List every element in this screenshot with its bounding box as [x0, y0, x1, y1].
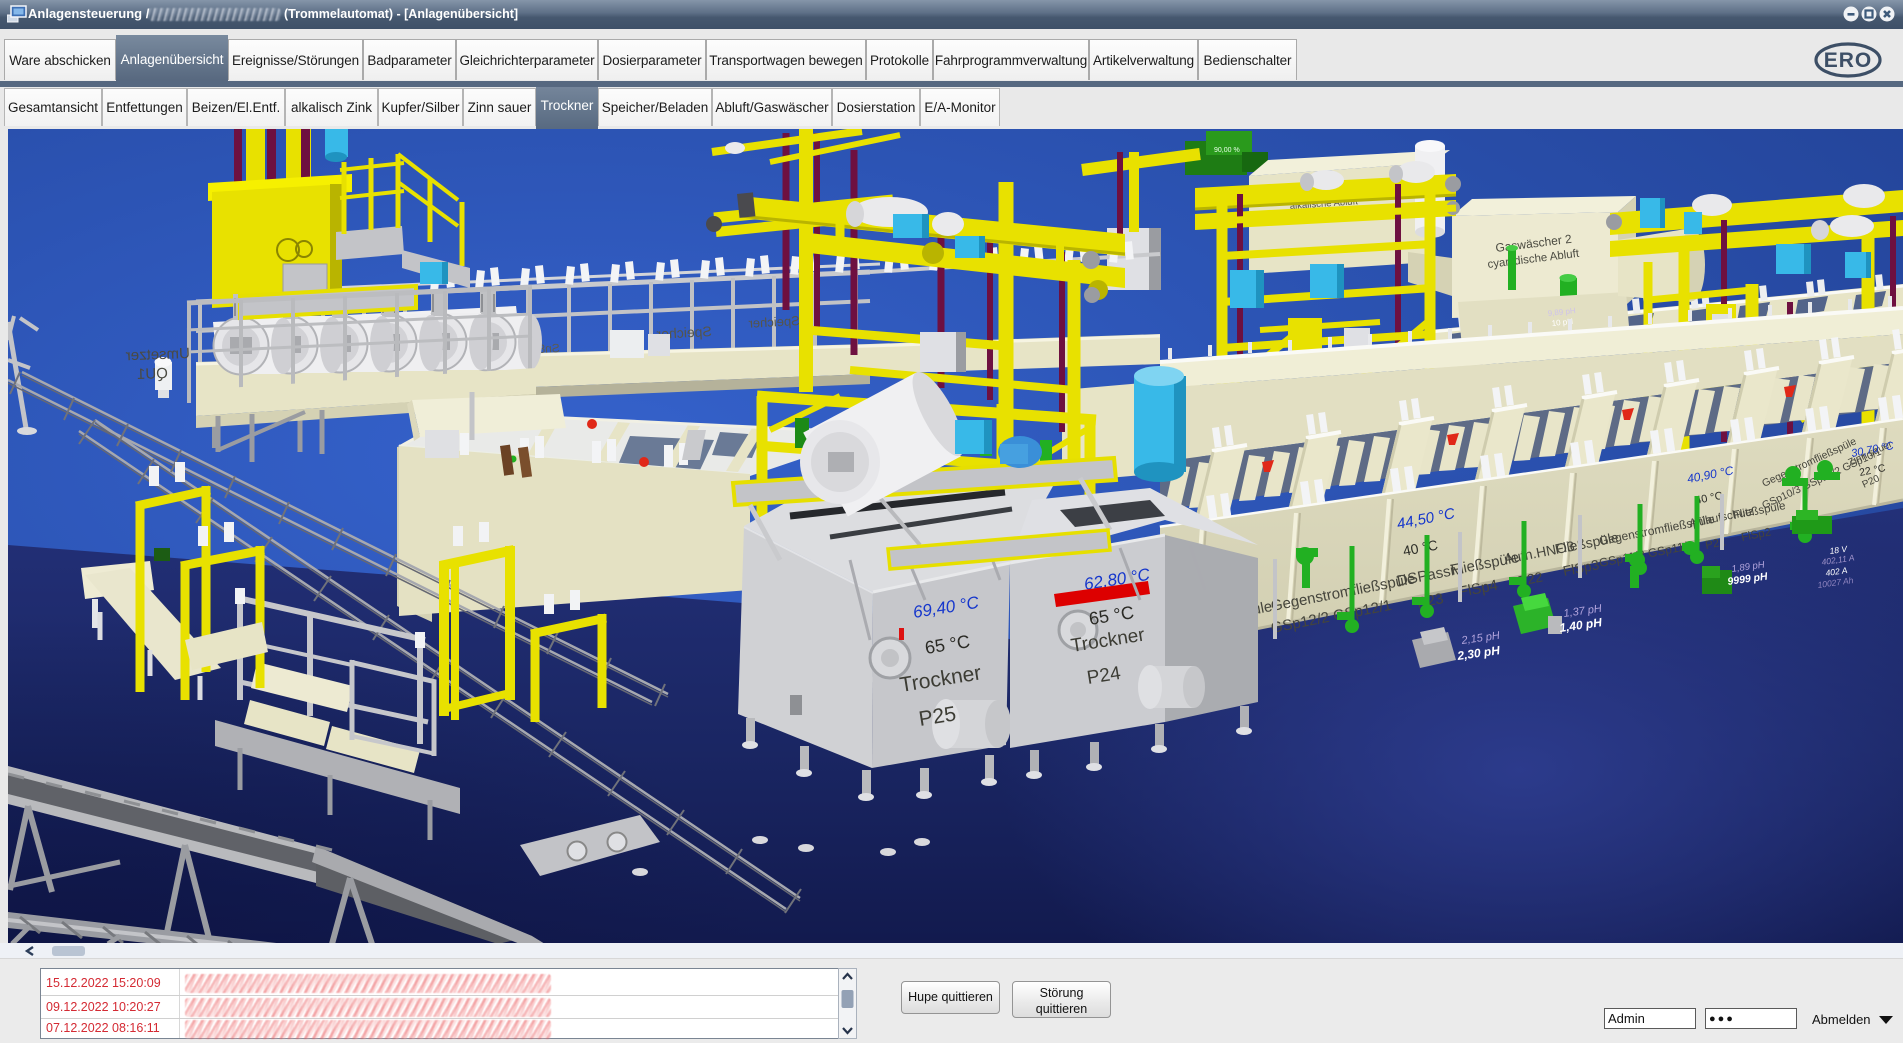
- svg-text:90,00 %: 90,00 %: [1214, 147, 1240, 154]
- svg-text:Speicher: Speicher: [747, 313, 800, 331]
- svg-text:ERO: ERO: [1824, 49, 1873, 72]
- svg-text:QU1: QU1: [137, 365, 168, 383]
- svg-text:Umsetzer: Umsetzer: [125, 345, 190, 364]
